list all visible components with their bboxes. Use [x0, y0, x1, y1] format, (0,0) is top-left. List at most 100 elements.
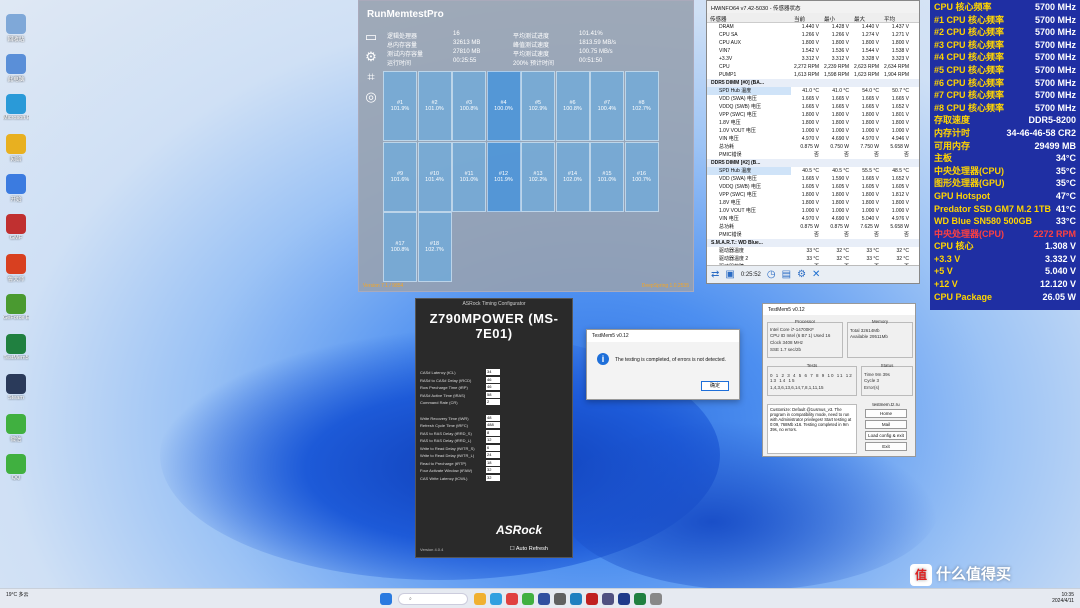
weather-widget[interactable]: 19°C 多云 [6, 592, 29, 598]
broom-icon[interactable]: ⌗ [363, 69, 379, 85]
site-link[interactable]: testmem.tz.ru [865, 402, 907, 407]
app-icon-8[interactable] [618, 593, 630, 605]
sensor-row[interactable]: VIN7 1.542 V 1.536 V 1.544 V 1.538 V [707, 47, 919, 55]
sensor-row[interactable]: SPD Hub 温度 40.5 °C 40.5 °C 55.5 °C 48.5 °C [707, 167, 919, 175]
sensor-row[interactable]: VPP (SWC) 电压 1.800 V 1.800 V 1.800 V 1.801 V [707, 111, 919, 119]
desktop-icon[interactable]: TestMem5 [3, 334, 29, 361]
sensor-row[interactable]: 驱动器温度 2 33 °C 32 °C 33 °C 32 °C [707, 255, 919, 263]
timing-row: RAS to RAS Delay (tRRD_L) 12 [420, 437, 500, 445]
timing-value[interactable]: 48 [486, 414, 500, 421]
sensor-row[interactable]: CPU SA 1.266 V 1.266 V 1.274 V 1.271 V [707, 31, 919, 39]
desktop-icon[interactable]: Steam [3, 374, 29, 401]
file-explorer-icon[interactable] [474, 593, 486, 605]
sensor-row[interactable]: PUMP1 1,613 RPM 1,598 RPM 1,623 RPM 1,904 RP… [707, 71, 919, 79]
desktop-icon[interactable]: 网络 [3, 134, 29, 163]
gear-icon[interactable]: ⚙ [363, 49, 379, 65]
sensor-row[interactable]: VDD (SWA) 电压 1.665 V 1.665 V 1.665 V 1.665 V [707, 95, 919, 103]
report-icon[interactable]: ▤ [782, 269, 791, 280]
sensor-row[interactable]: VIN 电压 4.970 V 4.690 V 5.040 V 4.976 V [707, 215, 919, 223]
timing-value[interactable]: 24 [486, 452, 500, 458]
close-icon[interactable]: ✕ [812, 269, 820, 280]
thread-cell: #17 100.8% [383, 212, 417, 282]
monitor-icon[interactable]: ▭ [363, 29, 379, 45]
timing-value[interactable]: 2 [486, 399, 500, 405]
sensor-row[interactable]: 总功耗 0.875 W 0.750 W 7.750 W 5.658 W [707, 143, 919, 151]
auto-refresh-checkbox[interactable]: ☐ Auto Refresh [510, 546, 548, 552]
app-icon-3[interactable] [538, 593, 550, 605]
edge-icon[interactable] [490, 593, 502, 605]
timing-value[interactable]: 18 [486, 459, 500, 466]
app-icon-6[interactable] [586, 593, 598, 605]
sensor-row[interactable]: CPU 2,272 RPM 2,239 RPM 2,623 RPM 2,634 RPM [707, 63, 919, 71]
testmem-button[interactable]: Mail [865, 420, 907, 429]
sensor-row[interactable]: 1.0V VOUT 电压 1.000 V 1.000 V 1.000 V 1.000 V [707, 127, 919, 135]
column-header[interactable]: 传感器 [707, 13, 791, 23]
sensor-row[interactable]: 驱动器温度 33 °C 32 °C 33 °C 32 °C [707, 247, 919, 255]
testmem-button[interactable]: Exit [865, 442, 907, 451]
sensor-row[interactable]: +3.3V 3.312 V 3.312 V 3.328 V 3.323 V [707, 55, 919, 63]
sensor-row[interactable]: PMIC错误 否 否 否 否 [707, 151, 919, 159]
desktop-icon[interactable]: GeForce Experience [3, 294, 29, 321]
search-box[interactable]: ⌕ [398, 593, 468, 605]
sensor-value: 0.875 W [800, 144, 819, 150]
testmem-button[interactable]: Load config & exit [865, 431, 907, 440]
ok-button[interactable]: 确定 [701, 381, 729, 391]
sensor-row[interactable]: VDDQ (SWB) 电压 1.665 V 1.665 V 1.665 V 1.652 … [707, 103, 919, 111]
desktop-icon[interactable]: Microsoft Edge [3, 94, 29, 121]
column-header[interactable]: 当前 [791, 13, 821, 23]
desktop-icon[interactable]: 微信 [3, 414, 29, 443]
sensor-row[interactable]: VDD (SWA) 电压 1.665 V 1.590 V 1.665 V 1.652 V [707, 175, 919, 183]
app-icon-9[interactable] [634, 593, 646, 605]
network-icon[interactable]: ▣ [725, 269, 734, 280]
desktop-icon[interactable]: 开始 [3, 174, 29, 203]
sensor-row[interactable]: VPP (SWC) 电压 1.800 V 1.800 V 1.800 V 1.812 V [707, 191, 919, 199]
column-header[interactable]: 最小 [821, 13, 851, 23]
app-icon-10[interactable] [650, 593, 662, 605]
column-header[interactable]: 平均 [881, 13, 911, 23]
sensor-row[interactable]: 1.8V 电压 1.800 V 1.800 V 1.800 V 1.800 V [707, 119, 919, 127]
sensor-row[interactable]: CPU AUX 1.800 V 1.800 V 1.800 V 1.800 V [707, 39, 919, 47]
desktop-icon[interactable]: 鲁大师 [3, 254, 29, 283]
timing-value[interactable]: 6 [486, 444, 500, 451]
desktop-icon[interactable]: 回收站 [3, 14, 29, 43]
desktop-icon[interactable]: 此电脑 [3, 54, 29, 83]
sensor-row[interactable]: PMIC错误 否 否 否 否 [707, 231, 919, 239]
timing-value[interactable]: 34 [486, 369, 500, 375]
timing-value[interactable]: 12 [486, 437, 500, 443]
column-header[interactable]: 最大 [851, 13, 881, 23]
sensor-row[interactable]: SPD Hub 温度 41.0 °C 41.0 °C 54.0 °C 50.7 °C [707, 87, 919, 95]
sensor-row[interactable]: DRAM 1.440 V 1.428 V 1.440 V 1.437 V [707, 23, 919, 31]
sensor-group-row[interactable]: DDR5 DIMM [#2] (B... [707, 159, 919, 167]
osd-row: 主板 34°C [934, 152, 1076, 165]
desktop-icon[interactable]: GMF [3, 214, 29, 241]
timing-value[interactable]: 8 [486, 429, 500, 436]
timing-value[interactable]: 58 [486, 391, 500, 398]
sensor-row[interactable]: 1.0V VOUT 电压 1.000 V 1.000 V 1.000 V 1.000 V [707, 207, 919, 215]
app-icon-4[interactable] [554, 593, 566, 605]
start-icon[interactable] [380, 593, 392, 605]
arrows-icon[interactable]: ⇄ [711, 269, 719, 280]
camera-icon[interactable]: ◎ [363, 89, 379, 105]
timing-value[interactable]: 488 [486, 422, 500, 428]
timing-value[interactable]: 32 [486, 474, 500, 481]
sensor-row[interactable]: 总功耗 0.875 W 0.875 W 7.625 W 5.658 W [707, 223, 919, 231]
desktop-icon[interactable]: QQ [3, 454, 29, 481]
settings-icon[interactable]: ⚙ [797, 269, 806, 280]
testmem-button[interactable]: Home [865, 409, 907, 418]
sensor-row[interactable]: VIN 电压 4.970 V 4.690 V 4.970 V 4.946 V [707, 135, 919, 143]
timing-value[interactable]: 46 [486, 376, 500, 383]
clock-area[interactable]: 10:35 2024/4/11 [1052, 592, 1074, 604]
sensor-value: 1.652 V [891, 104, 909, 110]
app-icon-7[interactable] [602, 593, 614, 605]
app-icon-1[interactable] [506, 593, 518, 605]
sensor-group-row[interactable]: DDR5 DIMM [#0] (BA... [707, 79, 919, 87]
clock-icon[interactable]: ◷ [767, 269, 776, 280]
sensor-row[interactable]: VDDQ (SWB) 电压 1.605 V 1.605 V 1.605 V 1.605 … [707, 183, 919, 191]
timing-value[interactable]: 46 [486, 384, 500, 390]
timing-value[interactable]: 32 [486, 467, 500, 473]
app-icon-5[interactable] [570, 593, 582, 605]
osd-value: 1.308 V [1044, 241, 1076, 252]
app-icon-2[interactable] [522, 593, 534, 605]
sensor-group-row[interactable]: S.M.A.R.T.: WD Blue... [707, 239, 919, 247]
sensor-row[interactable]: 1.8V 电压 1.800 V 1.800 V 1.800 V 1.800 V [707, 199, 919, 207]
